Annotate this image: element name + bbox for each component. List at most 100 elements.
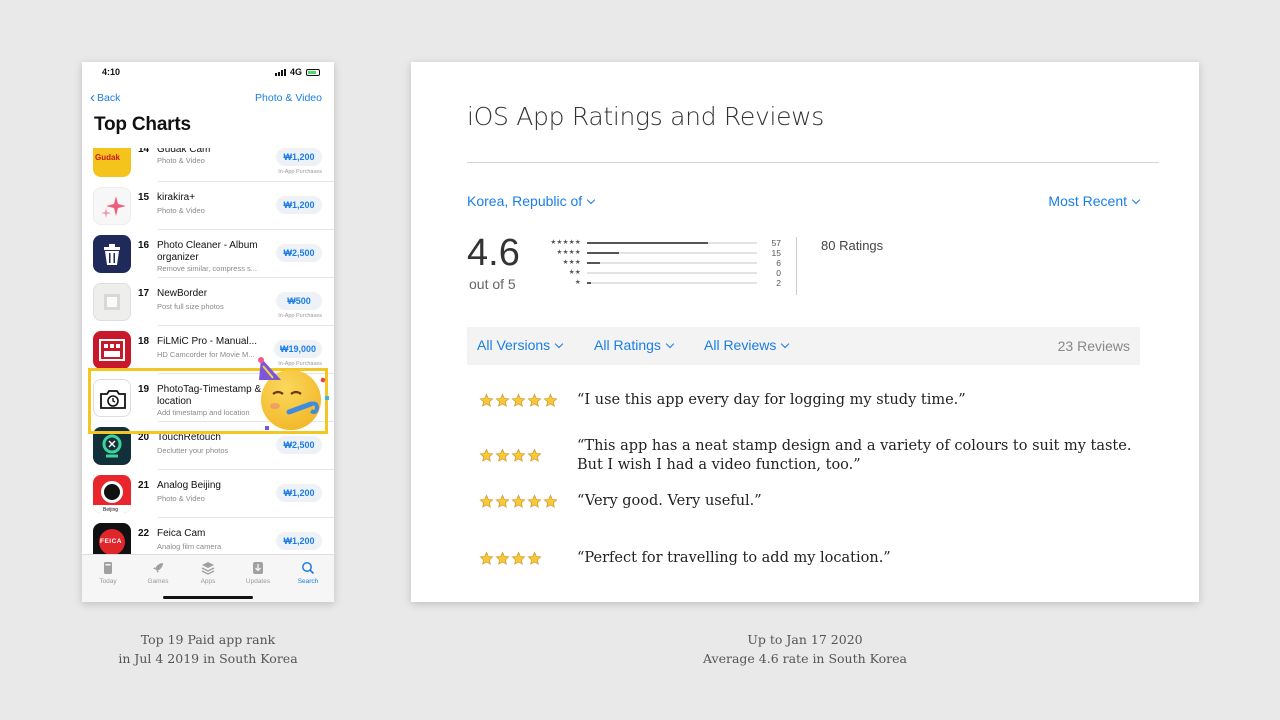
list-item[interactable]: Beijing 21 Analog Beijing Photo & Video … (82, 470, 334, 518)
list-item[interactable]: FEICA 22 Feica Cam Analog film camera ₩1… (82, 518, 334, 554)
category-link[interactable]: Photo & Video (255, 92, 322, 104)
price-button[interactable]: ₩1,200 (276, 196, 322, 214)
average-rating: 4.6 (467, 232, 520, 274)
histogram-bar (587, 262, 600, 264)
review-text: “Perfect for travelling to add my locati… (577, 550, 891, 566)
today-icon (104, 562, 112, 574)
download-icon (253, 562, 263, 574)
histogram-bar (587, 282, 592, 284)
back-label: Back (97, 92, 121, 104)
chevron-down-icon (1131, 195, 1141, 205)
histogram-count: 57 (771, 238, 781, 248)
price-button[interactable]: ₩1,200 (276, 484, 322, 502)
review-stars (479, 551, 542, 571)
histogram-stars: ★★ (568, 269, 581, 276)
histogram-stars: ★ (574, 279, 581, 286)
review-text: “This app has a neat stamp design and a … (577, 438, 1132, 473)
price-button[interactable]: ₩2,500 (276, 436, 322, 454)
list-item[interactable]: 15 kirakira+ Photo & Video ₩1,200 (82, 182, 334, 230)
app-rank: 17 (138, 288, 150, 299)
list-item[interactable]: 17 NewBorder Post full size photos ₩500 … (82, 278, 334, 326)
list-item[interactable]: Gudak 14 Gudak Cam Photo & Video ₩1,200 … (82, 148, 334, 182)
tab-bar: Today Games Apps Updates Search (82, 554, 334, 602)
layers-icon (201, 562, 215, 575)
price-button[interactable]: ₩2,500 (276, 244, 322, 262)
app-subtitle: Analog film camera (157, 542, 222, 551)
star-icon (527, 551, 542, 571)
party-face-emoji-icon (258, 357, 329, 430)
histogram-row: ★ 2 (545, 278, 781, 288)
app-subtitle: Photo & Video (157, 156, 205, 165)
ratings-title: iOS App Ratings and Reviews (467, 102, 825, 131)
star-icon (543, 494, 558, 514)
star-icon (495, 393, 510, 413)
star-icon (527, 494, 542, 514)
chevron-down-icon (781, 339, 790, 349)
network-type: 4G (289, 67, 302, 77)
app-subtitle: Photo & Video (157, 494, 205, 503)
status-bar: 4:10 4G (82, 62, 334, 82)
gudak-icon: Gudak (93, 148, 131, 177)
review-count: 23 Reviews (1057, 338, 1130, 354)
filter-reviews[interactable]: All Reviews (704, 337, 790, 353)
price-button[interactable]: ₩1,200 (276, 532, 322, 550)
star-icon (495, 448, 510, 468)
star-icon (511, 551, 526, 571)
app-rank: 21 (138, 480, 150, 491)
list-item[interactable]: 16 Photo Cleaner - Album organizer Remov… (82, 230, 334, 278)
app-name: NewBorder (157, 288, 208, 299)
caption-line: Average 4.6 rate in South Korea (702, 651, 908, 666)
country-selector[interactable]: Korea, Republic of (467, 193, 596, 209)
tab-search[interactable]: Search (288, 561, 328, 585)
star-icon (495, 494, 510, 514)
review-text: “I use this app every day for logging my… (577, 392, 966, 408)
app-name: FiLMiC Pro - Manual... (157, 336, 258, 347)
caption-line: Top 19 Paid app rank (140, 632, 276, 647)
back-button[interactable]: ‹ Back (90, 89, 121, 106)
filter-versions[interactable]: All Versions (477, 337, 564, 353)
app-subtitle: Declutter your photos (157, 446, 229, 455)
app-name: Analog Beijing (157, 480, 221, 491)
rocket-icon (153, 563, 163, 573)
right-caption: Up to Jan 17 2020 Average 4.6 rate in So… (605, 630, 1005, 668)
star-icon (495, 551, 510, 571)
sort-selector[interactable]: Most Recent (1048, 193, 1141, 209)
histogram-row: ★★★★★ 57 (545, 238, 781, 248)
price-button[interactable]: ₩500 (276, 292, 322, 310)
app-name: Feica Cam (157, 528, 206, 539)
app-store-screenshot: 4:10 4G ‹ Back Photo & Video Top Charts … (82, 62, 334, 602)
tab-updates[interactable]: Updates (238, 561, 278, 585)
star-icon (479, 448, 494, 468)
histogram-count: 6 (776, 258, 781, 268)
app-rank: 15 (138, 192, 150, 203)
film-camera-icon (93, 331, 131, 369)
left-caption: Top 19 Paid app rank in Jul 4 2019 in So… (82, 630, 334, 668)
chevron-down-icon (586, 195, 596, 205)
star-icon (479, 393, 494, 413)
histogram-row: ★★ 0 (545, 268, 781, 278)
star-icon (479, 551, 494, 571)
chevron-left-icon: ‹ (90, 89, 95, 106)
nav-bar: ‹ Back Photo & Video (82, 90, 334, 106)
review-filter-bar: All Versions All Ratings All Reviews 23 … (467, 327, 1140, 365)
filter-ratings[interactable]: All Ratings (594, 337, 675, 353)
feica-icon: FEICA (93, 523, 131, 554)
app-subtitle: Post full size photos (157, 302, 224, 311)
search-icon (302, 562, 315, 575)
chart-list: Gudak 14 Gudak Cam Photo & Video ₩1,200 … (82, 148, 334, 554)
histogram-bar (587, 242, 709, 244)
tab-apps[interactable]: Apps (188, 561, 228, 585)
status-time: 4:10 (102, 67, 121, 77)
total-ratings: 80 Ratings (821, 238, 884, 253)
signal-icon (274, 68, 286, 76)
tab-games[interactable]: Games (138, 561, 178, 585)
price-button[interactable]: ₩1,200 (276, 148, 322, 166)
histogram-stars: ★★★★ (556, 249, 581, 256)
sparkle-icon (93, 187, 131, 225)
summary-divider (796, 237, 797, 295)
tab-today[interactable]: Today (88, 561, 128, 585)
page-title: Top Charts (94, 114, 191, 135)
star-icon (511, 393, 526, 413)
caption-line: in Jul 4 2019 in South Korea (118, 651, 298, 666)
app-name: Photo Cleaner - Album organizer (157, 240, 258, 263)
